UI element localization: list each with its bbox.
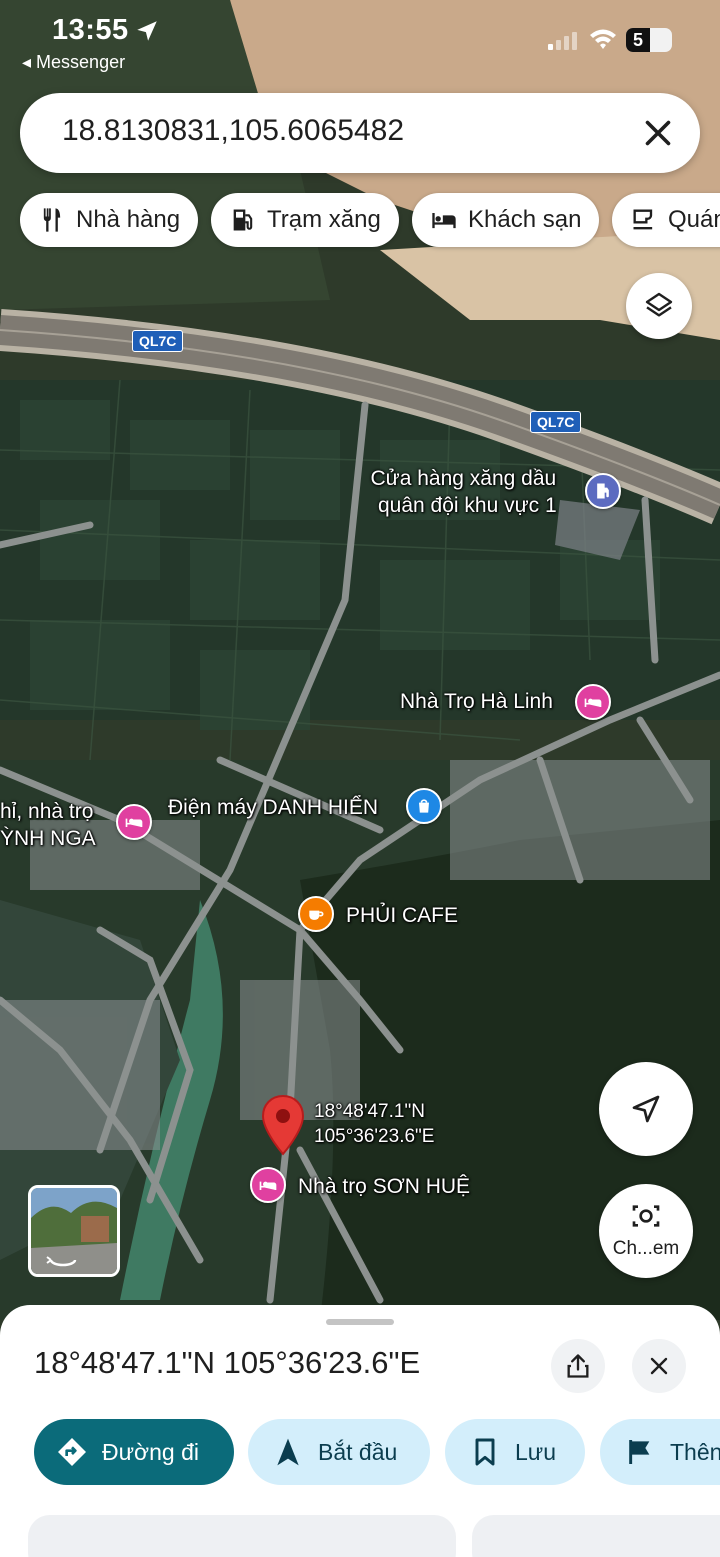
place-label-huynh-nga[interactable]: hỉ, nhà trọ ỲNH NGA <box>0 798 96 853</box>
shopping-bag-icon <box>419 799 429 813</box>
navigation-arrow-icon <box>632 1095 660 1123</box>
search-bar[interactable]: 18.8130831,105.6065482 <box>20 93 700 173</box>
close-sheet-button[interactable] <box>632 1339 686 1393</box>
place-label-line: ỲNH NGA <box>0 827 96 851</box>
save-button[interactable]: Lưu <box>445 1419 585 1485</box>
clock: 13:55 <box>52 14 129 46</box>
place-label-line: quân đội khu vực 1 <box>378 494 557 518</box>
flag-icon <box>629 1440 650 1464</box>
wifi-icon <box>590 29 616 49</box>
clear-search-icon[interactable] <box>640 115 676 151</box>
status-bar: 13:55 ◂ Messenger 5 <box>0 0 720 90</box>
place-label-line: hỉ, nhà trọ <box>0 800 94 823</box>
start-button[interactable]: Bắt đầu <box>248 1419 430 1485</box>
directions-label: Đường đi <box>102 1438 199 1465</box>
camera-icon <box>632 1205 660 1227</box>
gas-pump-icon <box>597 483 609 499</box>
pin-longitude: 105°36'23.6"E <box>314 1125 435 1147</box>
more-button[interactable]: Thên <box>600 1419 720 1485</box>
location-arrow-icon <box>137 21 157 41</box>
save-label: Lưu <box>515 1438 556 1465</box>
pin-latitude: 18°48'47.1"N <box>314 1101 425 1122</box>
place-label-dien-may[interactable]: Điện máy DANH HIỂN <box>168 794 378 821</box>
restaurant-icon <box>43 208 61 232</box>
lodging-poi[interactable] <box>250 1167 286 1203</box>
lodging-poi[interactable] <box>116 804 152 840</box>
directions-icon <box>58 1438 86 1466</box>
street-view-image <box>31 1188 117 1274</box>
layers-button[interactable] <box>626 273 692 339</box>
chip-hotels[interactable]: Khách sạn <box>412 193 600 247</box>
cafe-poi[interactable] <box>298 896 334 932</box>
battery-level: 5 <box>626 28 650 52</box>
camera-button-label: Ch...em <box>612 1238 680 1259</box>
place-label-line: Cửa hàng xăng dầu <box>370 467 557 490</box>
lodging-poi[interactable] <box>575 684 611 720</box>
info-card[interactable] <box>28 1515 456 1557</box>
dropped-pin-icon[interactable] <box>260 1094 306 1156</box>
chip-label: Khách sạn <box>468 206 582 233</box>
bed-icon <box>259 1181 277 1190</box>
search-query[interactable]: 18.8130831,105.6065482 <box>62 114 404 148</box>
cafe-icon <box>633 209 653 230</box>
chip-label: Nhà hàng <box>76 206 181 233</box>
more-label: Thên <box>670 1438 720 1465</box>
drag-handle[interactable] <box>326 1319 394 1325</box>
hotel-icon <box>432 213 456 229</box>
chip-label: Quán <box>668 206 720 233</box>
street-view-thumbnail[interactable] <box>28 1185 120 1277</box>
battery-icon: 5 <box>626 28 672 52</box>
road-shield: QL7C <box>530 411 582 433</box>
bed-icon <box>125 818 143 827</box>
my-location-button[interactable] <box>599 1062 693 1156</box>
place-title-coordinates: 18°48'47.1"N 105°36'23.6"E <box>34 1345 421 1380</box>
coffee-cup-icon <box>309 910 324 920</box>
bookmark-icon <box>475 1438 495 1466</box>
place-label-son-hue[interactable]: Nhà trọ SƠN HUỆ <box>298 1173 470 1200</box>
road-shield: QL7C <box>132 330 184 352</box>
shopping-poi[interactable] <box>406 788 442 824</box>
start-label: Bắt đầu <box>318 1438 398 1465</box>
cellular-signal-icon <box>548 32 577 50</box>
place-bottom-sheet[interactable]: 18°48'47.1"N 105°36'23.6"E Đường đi Bắt … <box>0 1305 720 1557</box>
layers-icon <box>645 292 673 317</box>
back-to-app-link[interactable]: ◂ Messenger <box>22 52 125 73</box>
chip-gas-stations[interactable]: Trạm xăng <box>211 193 399 247</box>
gas-station-icon <box>233 209 253 231</box>
place-label-gas-station[interactable]: Cửa hàng xăng dầu quân đội khu vực 1 <box>370 465 557 520</box>
chip-label: Trạm xăng <box>267 206 381 233</box>
place-label-phui-cafe[interactable]: PHỦI CAFE <box>346 902 458 929</box>
pin-coordinates-label: 18°48'47.1"N 105°36'23.6"E <box>314 1100 434 1149</box>
camera-search-button[interactable]: Ch...em <box>599 1184 693 1278</box>
chip-cafes[interactable]: Quán <box>612 193 720 247</box>
place-label-ha-linh[interactable]: Nhà Trọ Hà Linh <box>400 688 553 715</box>
close-icon <box>650 1357 668 1375</box>
info-card[interactable] <box>472 1515 720 1557</box>
gas-station-poi[interactable] <box>585 473 621 509</box>
share-icon <box>567 1354 589 1378</box>
navigation-arrow-icon <box>277 1438 299 1466</box>
chip-restaurants[interactable]: Nhà hàng <box>20 193 199 247</box>
bed-icon <box>584 698 602 707</box>
directions-button[interactable]: Đường đi <box>34 1419 234 1485</box>
share-button[interactable] <box>551 1339 605 1393</box>
